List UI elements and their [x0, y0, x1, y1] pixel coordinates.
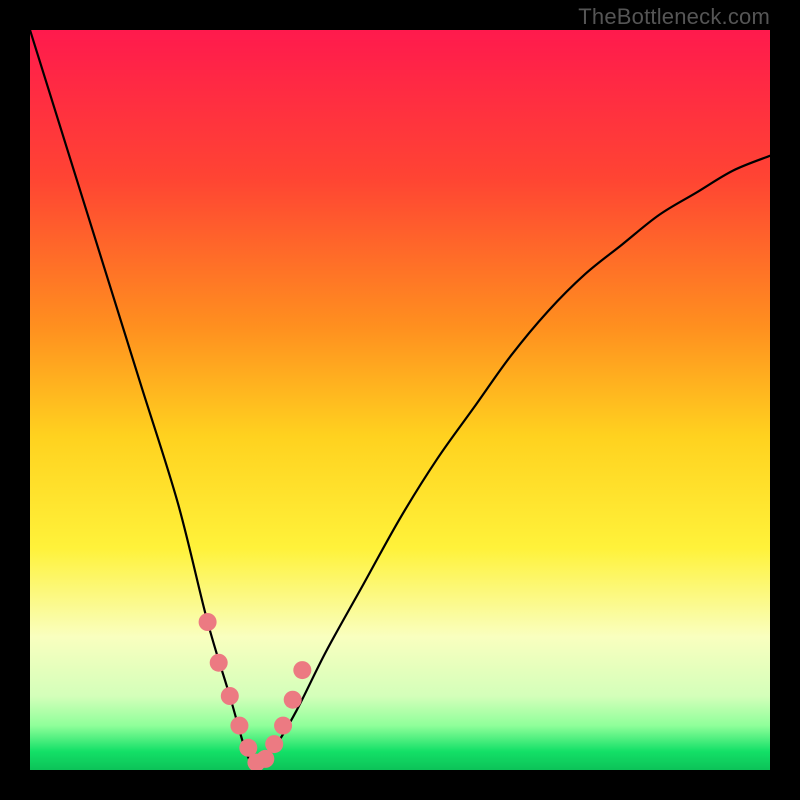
highlight-dot	[265, 735, 283, 753]
chart-frame: TheBottleneck.com	[0, 0, 800, 800]
chart-plot-area	[30, 30, 770, 770]
chart-gradient-bg	[30, 30, 770, 770]
highlight-dot	[230, 717, 248, 735]
highlight-dot	[199, 613, 217, 631]
watermark-text: TheBottleneck.com	[578, 4, 770, 30]
chart-svg	[30, 30, 770, 770]
highlight-dot	[284, 691, 302, 709]
highlight-dot	[210, 654, 228, 672]
highlight-dot	[274, 717, 292, 735]
highlight-dot	[221, 687, 239, 705]
highlight-dot	[293, 661, 311, 679]
